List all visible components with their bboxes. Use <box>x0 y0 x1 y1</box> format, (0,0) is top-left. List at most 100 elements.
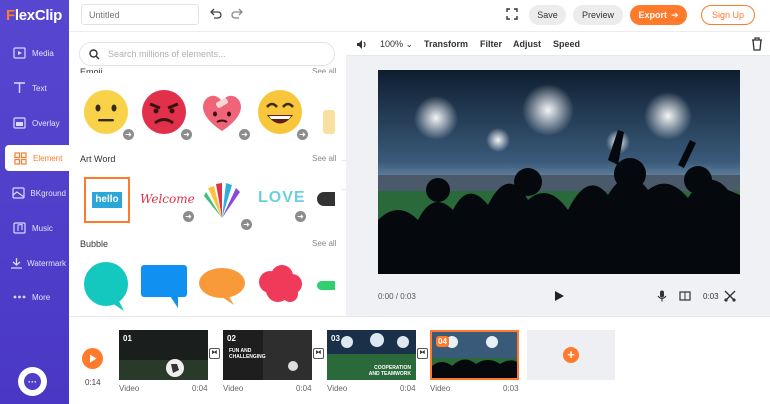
clip-duration: 0:03 <box>703 292 719 301</box>
art-word-hello-item[interactable]: hello <box>84 177 130 223</box>
watermark-icon <box>9 253 24 273</box>
see-all-bubble-link[interactable]: See all <box>312 239 336 248</box>
preview-button[interactable]: Preview <box>573 5 623 25</box>
clip-duration-label: 0:03 <box>503 384 519 393</box>
chevron-down-icon: ⌄ <box>405 39 414 49</box>
timeline: 0:14 01 Video 0:04 ⧓ 02 FUN AND CHALLENGI… <box>69 316 770 404</box>
art-word-love-item[interactable]: LOVE ➜ <box>256 182 312 222</box>
volume-icon[interactable] <box>356 39 368 50</box>
redo-icon[interactable] <box>231 7 245 21</box>
bubble-oval-orange-item[interactable] <box>198 267 248 316</box>
transition-icon[interactable]: ⧓ <box>417 348 428 359</box>
round-speech-bubble-icon <box>84 262 128 311</box>
bubble-cloud-red-item[interactable] <box>256 264 306 314</box>
bandaged-heart-icon <box>203 95 241 131</box>
neutral-face-icon <box>84 90 128 134</box>
sidebar-item-label: Text <box>32 83 47 93</box>
sidebar-item-background[interactable]: BKground <box>4 180 66 206</box>
scissors-icon[interactable] <box>724 290 736 302</box>
stadium-crowd-image <box>378 70 740 274</box>
emoji-angry-item[interactable]: ➜ <box>140 88 192 140</box>
transition-icon[interactable]: ⧓ <box>313 348 324 359</box>
timeline-play-button[interactable] <box>82 348 103 369</box>
emoji-neutral-item[interactable]: ➜ <box>82 88 134 140</box>
see-all-art-word-link[interactable]: See all <box>312 154 336 163</box>
sidebar-item-label: Music <box>32 223 53 233</box>
play-icon[interactable] <box>553 290 565 302</box>
timeline-clip-2[interactable]: 02 FUN AND CHALLENGING <box>223 330 312 380</box>
see-all-emoji-link[interactable]: See all <box>312 67 336 73</box>
sidebar: FlexClip Media Text Overlay Element BKgr… <box>0 0 69 404</box>
element-icon <box>10 148 30 168</box>
art-word-confetti-item[interactable]: ➜ <box>200 178 252 230</box>
grinning-face-icon <box>258 90 302 134</box>
sidebar-item-label: Overlay <box>32 118 60 128</box>
chat-icon: ··· <box>24 373 41 390</box>
clip-caption: FUN AND CHALLENGING <box>229 348 266 360</box>
timeline-clip-4[interactable]: 04 <box>430 330 519 380</box>
art-word-love-text: LOVE <box>258 189 306 206</box>
clip-type-label: Video <box>327 384 348 393</box>
sidebar-item-overlay[interactable]: Overlay <box>4 110 66 136</box>
bubble-rect-blue-item[interactable] <box>140 264 190 314</box>
filter-button[interactable]: Filter <box>480 39 502 49</box>
clip-number: 01 <box>123 334 132 343</box>
clip-type-label: Video <box>223 384 244 393</box>
element-panel: Emoji See all Search millions of element… <box>69 32 346 316</box>
fullscreen-icon[interactable] <box>506 8 518 20</box>
search-icon <box>89 48 100 59</box>
art-word-welcome-item[interactable]: Welcome ➜ <box>140 182 195 222</box>
playback-timecode: 0:00 / 0:03 <box>378 292 416 301</box>
export-label: Export <box>638 10 667 20</box>
sidebar-item-label: Element <box>33 153 63 163</box>
sidebar-item-label: Watermark <box>27 258 66 268</box>
section-title-art-word: Art Word <box>80 154 116 164</box>
art-word-hello-text: hello <box>92 192 122 208</box>
speed-button[interactable]: Speed <box>553 39 580 49</box>
transition-icon[interactable]: ⧓ <box>209 348 220 359</box>
microphone-icon[interactable] <box>656 290 668 302</box>
sidebar-item-music[interactable]: Music <box>4 215 66 241</box>
sidebar-item-text[interactable]: Text <box>4 75 66 101</box>
project-title-input[interactable] <box>81 4 199 25</box>
trash-icon[interactable] <box>751 37 763 51</box>
transform-button[interactable]: Transform <box>424 39 468 49</box>
volume-level[interactable]: 100% ⌄ <box>380 39 413 50</box>
confetti-burst-icon <box>204 183 240 218</box>
add-badge-icon: ➜ <box>297 129 308 140</box>
emoji-broken-heart-item[interactable]: ➜ <box>198 88 250 140</box>
bubble-round-teal-item[interactable] <box>82 261 132 311</box>
sidebar-item-label: BKground <box>30 188 66 198</box>
sidebar-item-element[interactable]: Element <box>5 145 69 171</box>
text-icon <box>9 78 29 98</box>
search-box[interactable]: Search millions of elements... <box>79 42 335 66</box>
flexclip-logo[interactable]: FlexClip <box>6 7 62 24</box>
save-button[interactable]: Save <box>529 5 566 25</box>
bubble-partial-item[interactable] <box>317 281 335 290</box>
media-icon <box>9 43 29 63</box>
more-icon <box>9 287 29 307</box>
clip-thumbnail <box>119 330 208 380</box>
sidebar-item-more[interactable]: More <box>4 284 66 310</box>
emoji-partial-item[interactable] <box>323 110 335 134</box>
undo-icon[interactable] <box>209 7 223 21</box>
video-preview[interactable] <box>378 70 740 274</box>
adjust-button[interactable]: Adjust <box>513 39 541 49</box>
timeline-clip-3[interactable]: 03 COOPERATION AND TEAMWORK <box>327 330 416 380</box>
sidebar-item-media[interactable]: Media <box>4 40 66 66</box>
aspect-ratio-icon[interactable] <box>679 290 691 302</box>
clip-duration-label: 0:04 <box>400 384 416 393</box>
search-placeholder: Search millions of elements... <box>108 49 226 59</box>
plus-icon: + <box>563 347 579 363</box>
export-button[interactable]: Export ➔ <box>630 5 687 25</box>
emoji-grin-item[interactable]: ➜ <box>256 88 308 140</box>
timeline-clip-1[interactable]: 01 <box>119 330 208 380</box>
art-word-partial-item[interactable] <box>317 192 335 206</box>
sign-up-button[interactable]: Sign Up <box>701 5 755 25</box>
add-badge-icon: ➜ <box>241 219 252 230</box>
clip-duration-label: 0:04 <box>296 384 312 393</box>
add-clip-button[interactable]: + <box>527 330 615 380</box>
sidebar-item-watermark[interactable]: Watermark <box>4 250 66 276</box>
help-chat-button[interactable]: ··· <box>18 367 47 396</box>
add-badge-icon: ➜ <box>183 211 194 222</box>
